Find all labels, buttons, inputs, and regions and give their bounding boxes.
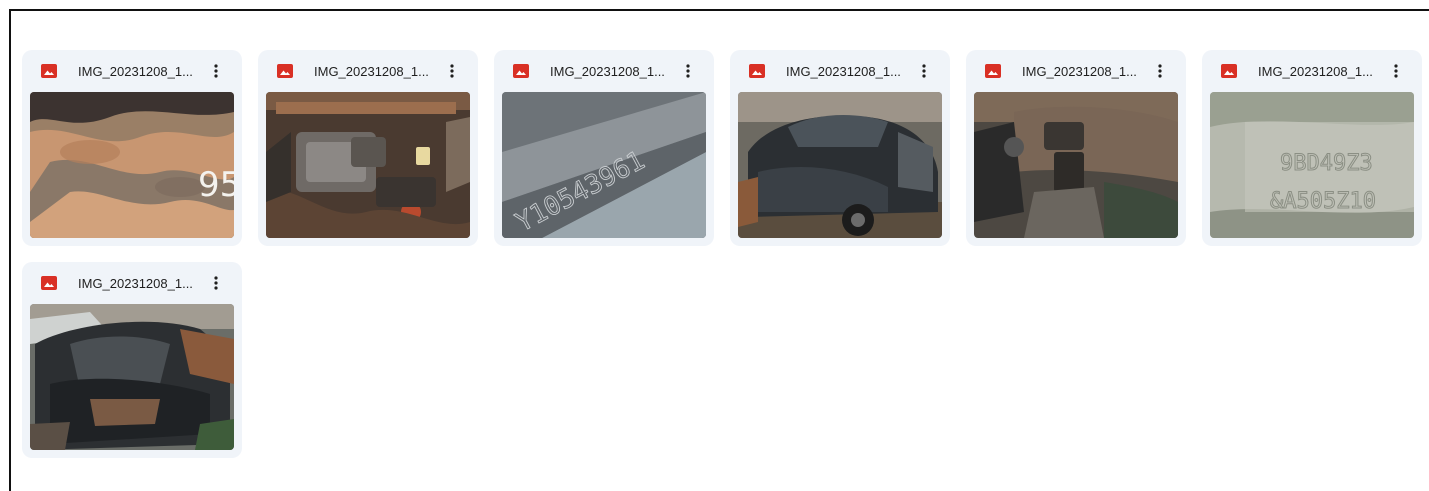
file-name: IMG_20231208_1... (314, 63, 429, 79)
file-thumbnail[interactable] (974, 92, 1178, 238)
thumb-overlay-text: 95 (198, 165, 234, 205)
file-card-header: IMG_20231208_1... (30, 50, 234, 92)
file-name: IMG_20231208_1... (550, 63, 665, 79)
file-name: IMG_20231208_1... (786, 63, 901, 79)
thumb-overlay-text: 9BD49Z3 (1280, 151, 1373, 176)
file-card[interactable]: IMG_20231208_1... (258, 50, 478, 246)
file-thumbnail[interactable] (266, 92, 470, 238)
file-name: IMG_20231208_1... (1258, 63, 1373, 79)
more-vert-icon (922, 64, 926, 78)
more-vert-icon (686, 64, 690, 78)
file-card-header: IMG_20231208_1... (738, 50, 942, 92)
file-card-header: IMG_20231208_1... (1210, 50, 1414, 92)
image-icon (277, 64, 293, 78)
file-thumbnail[interactable]: Y10543961 (502, 92, 706, 238)
file-card[interactable]: IMG_20231208_1... Y10543961 (494, 50, 714, 246)
file-card-header: IMG_20231208_1... (266, 50, 470, 92)
file-thumbnail[interactable] (738, 92, 942, 238)
file-name: IMG_20231208_1... (78, 275, 193, 291)
file-thumbnail[interactable]: 95 (30, 92, 234, 238)
file-thumbnail[interactable] (30, 304, 234, 450)
file-grid: IMG_20231208_1... 95 IMG_20231208_1... I… (22, 50, 1422, 458)
more-options-button[interactable] (440, 59, 464, 83)
thumb-overlay-text: &A505Z10 (1270, 189, 1376, 214)
file-card[interactable]: IMG_20231208_1... (966, 50, 1186, 246)
file-card-header: IMG_20231208_1... (502, 50, 706, 92)
more-options-button[interactable] (204, 59, 228, 83)
more-vert-icon (1158, 64, 1162, 78)
file-card-header: IMG_20231208_1... (974, 50, 1178, 92)
more-vert-icon (1394, 64, 1398, 78)
image-icon (513, 64, 529, 78)
image-icon (41, 276, 57, 290)
file-card[interactable]: IMG_20231208_1... (730, 50, 950, 246)
file-thumbnail[interactable]: 9BD49Z3 &A505Z10 (1210, 92, 1414, 238)
file-card[interactable]: IMG_20231208_1... 9BD49Z3 &A505Z10 (1202, 50, 1422, 246)
image-icon (41, 64, 57, 78)
more-vert-icon (450, 64, 454, 78)
file-card[interactable]: IMG_20231208_1... 95 (22, 50, 242, 246)
image-icon (749, 64, 765, 78)
more-vert-icon (214, 276, 218, 290)
file-name: IMG_20231208_1... (78, 63, 193, 79)
more-options-button[interactable] (676, 59, 700, 83)
image-icon (1221, 64, 1237, 78)
more-options-button[interactable] (912, 59, 936, 83)
more-options-button[interactable] (204, 271, 228, 295)
more-options-button[interactable] (1384, 59, 1408, 83)
file-card-header: IMG_20231208_1... (30, 262, 234, 304)
more-options-button[interactable] (1148, 59, 1172, 83)
more-vert-icon (214, 64, 218, 78)
image-icon (985, 64, 1001, 78)
file-card[interactable]: IMG_20231208_1... (22, 262, 242, 458)
file-name: IMG_20231208_1... (1022, 63, 1137, 79)
